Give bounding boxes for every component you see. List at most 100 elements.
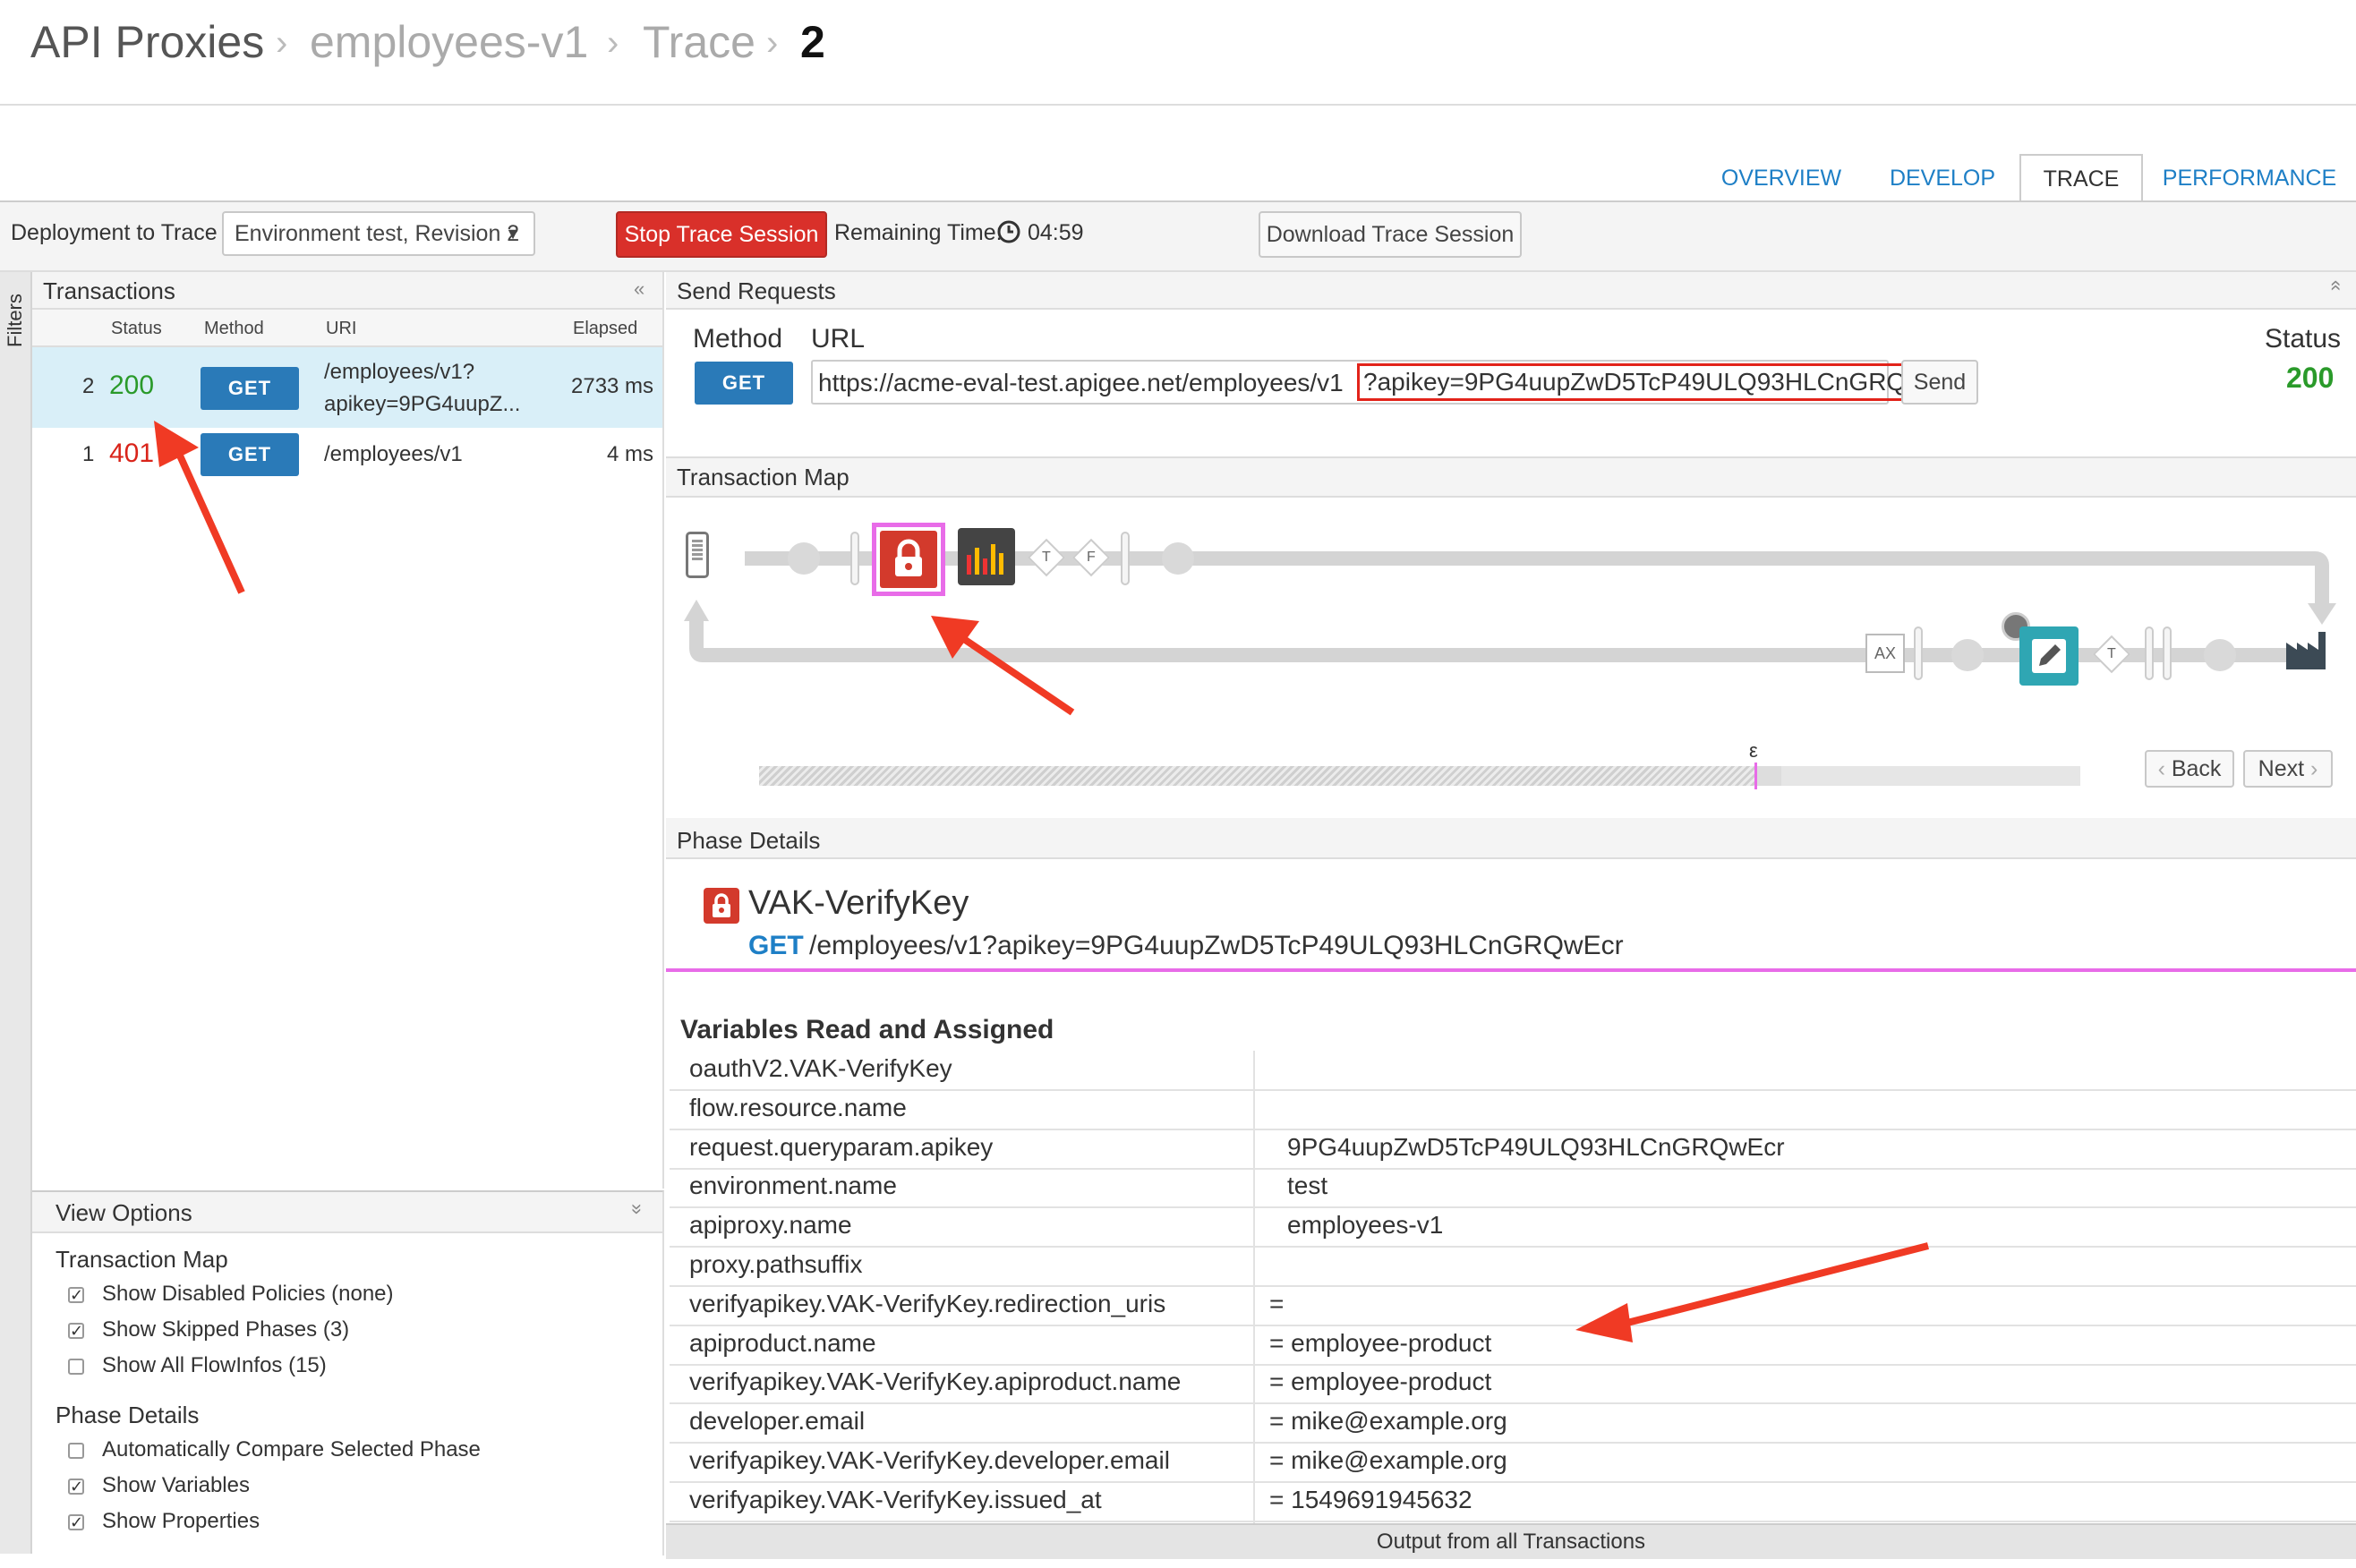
variable-row[interactable]: apiproduct.name = employee-product	[670, 1325, 2356, 1366]
url-input[interactable]: https://acme-eval-test.apigee.net/employ…	[811, 360, 1968, 405]
phase-details-heading: Phase Details	[55, 1402, 200, 1428]
variable-row[interactable]: apiproxy.name employees-v1	[670, 1207, 2356, 1248]
variable-row[interactable]: developer.email = mike@example.org	[670, 1403, 2356, 1444]
variable-row[interactable]: oauthV2.VAK-VerifyKey	[670, 1051, 2356, 1091]
clock-icon	[997, 220, 1020, 243]
show-disabled-policies-label: Show Disabled Policies (none)	[102, 1282, 394, 1306]
target-factory-icon[interactable]	[2284, 630, 2331, 669]
breadcrumb-api-proxies[interactable]: API Proxies	[30, 16, 264, 68]
variable-row[interactable]: proxy.pathsuffix	[670, 1247, 2356, 1287]
variables-heading: Variables Read and Assigned	[680, 1015, 1054, 1044]
col-uri[interactable]: URI	[326, 319, 356, 339]
variable-value: employees-v1	[1287, 1211, 1444, 1240]
transaction-map-heading: Transaction Map	[55, 1246, 228, 1273]
variable-row[interactable]: verifyapikey.VAK-VerifyKey.developer.ema…	[670, 1443, 2356, 1483]
checkbox-show-skipped-phases[interactable]: ✓	[68, 1323, 84, 1339]
client-device-icon[interactable]	[686, 532, 709, 578]
chevron-right-icon: ›	[276, 23, 288, 63]
variable-name: verifyapikey.VAK-VerifyKey.redirection_u…	[689, 1289, 1166, 1317]
flow-lines	[684, 551, 2336, 662]
checkbox-show-disabled-policies[interactable]: ✓	[68, 1287, 84, 1303]
collapse-down-icon[interactable]: »	[626, 1204, 649, 1214]
download-trace-button[interactable]: Download Trace Session	[1259, 211, 1522, 258]
transaction-row[interactable]: 1 401 GET /employees/v1 4 ms	[32, 430, 662, 483]
transaction-number: 1	[82, 442, 95, 466]
variable-row[interactable]: verifyapikey.VAK-VerifyKey.issued_at = 15…	[670, 1482, 2356, 1522]
tab-performance[interactable]: PERFORMANCE	[2155, 147, 2343, 200]
caret-down-icon: ▼	[505, 225, 521, 243]
timeline-marker[interactable]	[1756, 766, 1781, 786]
timeline-remaining[interactable]	[1781, 766, 2080, 786]
variable-name: apiproxy.name	[689, 1211, 852, 1240]
request-method: GET	[748, 931, 804, 960]
filters-label[interactable]: Filters	[4, 294, 27, 347]
next-button[interactable]: Next ›	[2243, 750, 2333, 788]
transaction-row[interactable]: 2 200 GET /employees/v1? apikey=9PG4uupZ…	[32, 347, 662, 428]
policy-verify-key-selected[interactable]	[872, 523, 945, 596]
col-method[interactable]: Method	[204, 319, 264, 339]
checkbox-auto-compare[interactable]	[68, 1443, 84, 1459]
timeline-elapsed[interactable]	[759, 766, 1756, 786]
variable-name: flow.resource.name	[689, 1093, 907, 1121]
method-select[interactable]: GET	[695, 362, 793, 405]
transaction-uri: /employees/v1?	[324, 360, 475, 384]
phase-highlight-divider	[666, 968, 2356, 972]
variable-row[interactable]: verifyapikey.VAK-VerifyKey.redirection_u…	[670, 1286, 2356, 1326]
tab-trace[interactable]: TRACE	[2019, 154, 2143, 204]
chevron-right-icon: ›	[2310, 756, 2318, 781]
flow-dot[interactable]	[1951, 639, 1984, 671]
breadcrumb: API Proxies › employees-v1 › Trace › 2	[0, 0, 2356, 106]
tab-develop[interactable]: DEVELOP	[1880, 147, 2005, 200]
lock-icon	[880, 531, 937, 588]
flow-boundary[interactable]	[1914, 626, 1923, 680]
filters-sidebar[interactable]: Filters	[0, 272, 32, 1554]
col-elapsed[interactable]: Elapsed	[573, 319, 637, 339]
collapse-up-icon[interactable]: »	[2323, 280, 2346, 291]
variable-value: 9PG4uupZwD5TcP49ULQ93HLCnGRQwEcr	[1287, 1132, 1785, 1161]
transaction-uri: /employees/v1	[324, 442, 463, 466]
breadcrumb-trace[interactable]: Trace	[643, 16, 755, 68]
flow-boundary[interactable]	[850, 532, 859, 585]
stop-trace-button[interactable]: Stop Trace Session	[616, 211, 827, 258]
method-badge: GET	[201, 433, 299, 476]
chevron-right-icon: ›	[766, 23, 779, 63]
flow-dot[interactable]	[788, 542, 820, 575]
edit-policy-icon[interactable]	[2019, 626, 2079, 686]
deployment-label: Deployment to Trace	[11, 220, 218, 245]
bar-chart-icon[interactable]	[958, 528, 1015, 585]
checkbox-show-all-flowinfos[interactable]	[68, 1359, 84, 1375]
checkbox-show-variables[interactable]: ✓	[68, 1479, 84, 1495]
variable-row[interactable]: environment.name test	[670, 1168, 2356, 1209]
back-button[interactable]: ‹ Back	[2145, 750, 2234, 788]
variable-name: proxy.pathsuffix	[689, 1250, 863, 1278]
variable-row[interactable]: flow.resource.name	[670, 1090, 2356, 1130]
variable-row[interactable]: verifyapikey.VAK-VerifyKey.apiproduct.na…	[670, 1364, 2356, 1405]
send-button[interactable]: Send	[1901, 360, 1978, 405]
variable-name: oauthV2.VAK-VerifyKey	[689, 1054, 952, 1082]
flow-boundary[interactable]	[1121, 532, 1130, 585]
next-button-label: Next	[2258, 756, 2305, 781]
assign-message-ax[interactable]: AX	[1865, 634, 1905, 673]
flow-boundary[interactable]	[2145, 626, 2154, 680]
output-bar[interactable]: Output from all Transactions	[666, 1523, 2356, 1559]
auto-compare-label: Automatically Compare Selected Phase	[102, 1437, 481, 1461]
transactions-columns: Status Method URI Elapsed	[32, 310, 662, 347]
checkbox-show-properties[interactable]: ✓	[68, 1514, 84, 1530]
breadcrumb-proxy[interactable]: employees-v1	[310, 16, 588, 68]
flow-dot[interactable]	[1162, 542, 1194, 575]
tab-overview[interactable]: OVERVIEW	[1710, 147, 1853, 200]
variable-name: verifyapikey.VAK-VerifyKey.apiproduct.na…	[689, 1368, 1182, 1396]
variable-name: verifyapikey.VAK-VerifyKey.issued_at	[689, 1485, 1102, 1513]
response-status: 200	[2286, 362, 2335, 394]
variable-value: = mike@example.org	[1269, 1407, 1507, 1436]
deployment-select[interactable]: Environment test, Revision 2 ▼	[222, 211, 535, 256]
url-base-text: https://acme-eval-test.apigee.net/employ…	[818, 369, 1344, 396]
flow-boundary[interactable]	[2163, 626, 2172, 680]
collapse-left-icon[interactable]: «	[634, 277, 644, 301]
remaining-time-label: Remaining Time:	[834, 220, 1003, 245]
variable-row[interactable]: request.queryparam.apikey 9PG4uupZwD5TcP4…	[670, 1129, 2356, 1170]
flow-dot[interactable]	[2204, 639, 2236, 671]
method-label: Method	[693, 324, 783, 354]
variable-name: request.queryparam.apikey	[689, 1132, 994, 1161]
col-status[interactable]: Status	[111, 319, 162, 339]
